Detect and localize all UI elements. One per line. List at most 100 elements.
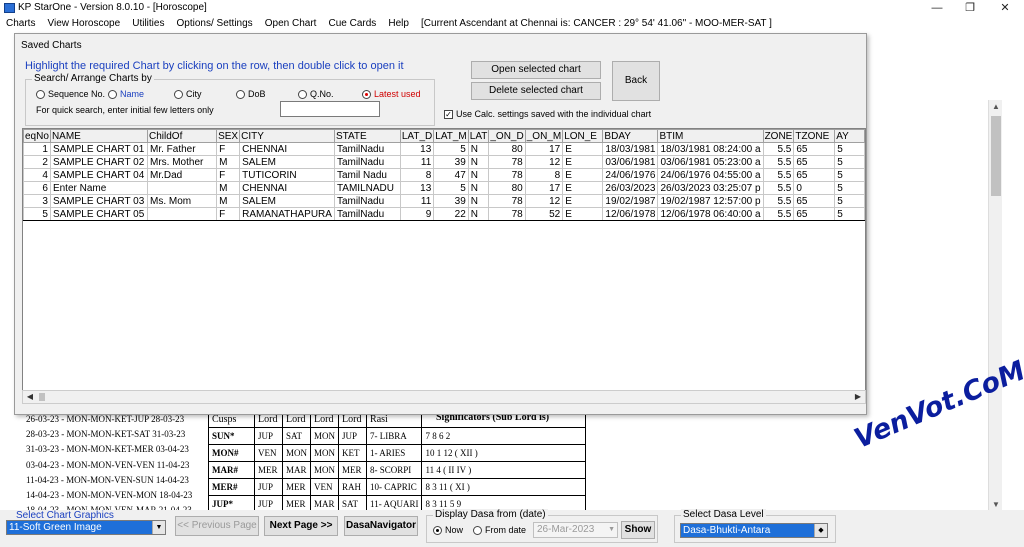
grid-column-header[interactable]: STATE [333, 129, 401, 143]
hscroll-thumb[interactable] [39, 393, 45, 401]
previous-page-button[interactable]: << Previous Page [175, 516, 259, 536]
saved-charts-grid[interactable]: eqNo NAME ChildOf SEX CITY STATE LAT_D LAT_M LAT… [22, 128, 866, 404]
chart-row[interactable]: 6 Enter Name M CHENNAI TAMILNADU 13 5 N 80 17 E 26/… [23, 181, 865, 195]
dasa-date-picker[interactable]: 26-Mar-2023 ▼ [533, 522, 618, 538]
chart-cell: 5.5 [762, 168, 795, 182]
grid-column-header[interactable]: eqNo [23, 129, 51, 143]
menu-utilities[interactable]: Utilities [132, 16, 164, 32]
chart-cell: 5.5 [762, 181, 795, 195]
back-button[interactable]: Back [612, 61, 660, 101]
grid-column-header[interactable]: LAT_M [433, 129, 469, 143]
show-button[interactable]: Show [621, 521, 655, 539]
radio-icon[interactable] [298, 90, 307, 100]
grid-column-header[interactable]: _ON_M [524, 129, 564, 143]
quick-search-input[interactable] [280, 101, 380, 117]
chart-row[interactable]: 1 SAMPLE CHART 01 Mr. Father F CHENNAI TamilN… [23, 142, 865, 156]
chart-cell: 13 [399, 181, 435, 195]
chevron-down-icon[interactable]: ◆ [814, 524, 827, 537]
radio-icon[interactable] [236, 90, 245, 100]
sort-option-qno[interactable]: Q.No. [298, 89, 334, 100]
radio-selected-icon[interactable] [433, 526, 442, 536]
checkbox-checked-icon[interactable]: ✓ [444, 110, 453, 120]
display-dasa-group: Display Dasa from (date) Now From date 2… [426, 509, 658, 543]
cusps-cell: KET [338, 444, 368, 462]
grid-column-header[interactable]: ZONE [762, 129, 795, 143]
restore-button[interactable]: ❐ [955, 0, 985, 16]
use-calc-settings-checkbox[interactable]: ✓ Use Calc. settings saved with the indiv… [444, 109, 651, 120]
sort-option-label: Sequence No. [48, 89, 106, 99]
sort-option-name[interactable]: Name [108, 89, 144, 100]
radio-selected-icon[interactable] [362, 90, 371, 100]
cusps-cell: VEN [310, 478, 340, 496]
radio-icon[interactable] [108, 90, 117, 100]
scroll-right-icon[interactable]: ▶ [851, 391, 865, 403]
sort-option-latest-used[interactable]: Latest used [362, 89, 421, 100]
scroll-left-icon[interactable]: ◀ [23, 391, 37, 403]
grid-column-header[interactable]: BDAY [602, 129, 659, 143]
chart-row[interactable]: 5 SAMPLE CHART 05 F RAMANATHAPURA TamilNadu 9… [23, 207, 865, 221]
grid-column-header[interactable]: LON_E [562, 129, 604, 143]
cusps-cell: 8- SCORPI [366, 461, 423, 479]
chart-cell: TamilNadu [333, 207, 401, 221]
chart-cell: E [562, 168, 604, 182]
chart-cell: 17 [524, 142, 564, 156]
chart-cell: SAMPLE CHART 01 [49, 142, 149, 156]
menu-options-settings[interactable]: Options/ Settings [177, 16, 253, 32]
sort-option-dob[interactable]: DoB [236, 89, 266, 100]
chart-graphics-select[interactable]: 11-Soft Green Image ▼ [6, 520, 166, 535]
delete-selected-chart-button[interactable]: Delete selected chart [471, 82, 601, 100]
grid-horizontal-scrollbar[interactable]: ◀ ▶ [22, 390, 866, 404]
grid-column-header[interactable]: LAT_D [399, 129, 435, 143]
chart-row[interactable]: 2 SAMPLE CHART 02 Mrs. Mother M SALEM TamilNa… [23, 155, 865, 169]
menu-help[interactable]: Help [388, 16, 409, 32]
grid-column-header[interactable]: LAT [467, 129, 490, 143]
menu-cue-cards[interactable]: Cue Cards [329, 16, 377, 32]
grid-column-header[interactable]: BTIM [657, 129, 764, 143]
menu-open-chart[interactable]: Open Chart [265, 16, 317, 32]
chart-cell: 24/06/1976 04:55:00 a [657, 168, 764, 182]
chart-cell: 6 [23, 181, 51, 195]
from-date-option[interactable]: From date [473, 525, 526, 536]
sort-option-city[interactable]: City [174, 89, 202, 100]
grid-column-header[interactable]: CITY [239, 129, 335, 143]
chart-cell: 65 [793, 142, 836, 156]
chart-cell: CHENNAI [239, 142, 335, 156]
cusps-row: MER# JUP MER VEN RAH 10- CAPRIC 8 3 11 ( XI ) [208, 478, 587, 496]
grid-column-header[interactable]: NAME [49, 129, 149, 143]
dasa-navigator-button[interactable]: DasaNavigator [344, 516, 418, 536]
chart-cell: E [562, 194, 604, 208]
dasa-period-item: 03-04-23 - MON-MON-VEN-VEN 11-04-23 [26, 459, 190, 470]
scroll-thumb[interactable] [991, 116, 1001, 196]
menu-view-horoscope[interactable]: View Horoscope [48, 16, 121, 32]
radio-icon[interactable] [36, 90, 45, 100]
now-option[interactable]: Now [433, 525, 463, 536]
grid-column-header[interactable]: ChildOf [146, 129, 218, 143]
chart-row[interactable]: 3 SAMPLE CHART 03 Ms. Mom M SALEM TamilNadu 11… [23, 194, 865, 208]
chart-cell: 5 [834, 181, 865, 195]
menu-charts[interactable]: Charts [6, 16, 35, 32]
sort-option-sequence[interactable]: Sequence No. [36, 89, 106, 100]
chart-cell: TAMILNADU [333, 181, 401, 195]
dasa-level-select[interactable]: Dasa-Bhukti-Antara ◆ [680, 523, 828, 538]
grid-column-header[interactable]: _ON_D [488, 129, 526, 143]
grid-column-header[interactable]: TZONE [793, 129, 836, 143]
cusps-cell: MER [338, 461, 368, 479]
chevron-down-icon[interactable]: ▼ [152, 521, 165, 534]
radio-icon[interactable] [174, 90, 183, 100]
minimize-button[interactable]: — [922, 0, 952, 16]
chevron-down-icon[interactable]: ▼ [608, 523, 615, 537]
grid-column-header[interactable]: SEX [216, 129, 241, 143]
close-button[interactable]: ✕ [990, 0, 1020, 16]
open-selected-chart-button[interactable]: Open selected chart [471, 61, 601, 79]
dasa-period-list: 26-03-23 - MON-MON-KET-JUP 28-03-23 28-0… [26, 412, 192, 518]
chart-cell: 1 [23, 142, 51, 156]
grid-column-header[interactable]: AY [834, 129, 865, 143]
chart-row[interactable]: 4 SAMPLE CHART 04 Mr.Dad F TUTICORIN Tamil Na… [23, 168, 865, 182]
scroll-up-icon[interactable]: ▲ [989, 100, 1003, 114]
cusps-cell: SAT [281, 427, 312, 445]
workspace-vertical-scrollbar[interactable]: ▲ ▼ [988, 100, 1002, 512]
chart-cell: SAMPLE CHART 02 [49, 155, 149, 169]
radio-icon[interactable] [473, 526, 482, 536]
next-page-button[interactable]: Next Page >> [264, 516, 338, 536]
bottom-toolbar: Select Chart Graphics 11-Soft Green Imag… [0, 509, 1024, 547]
